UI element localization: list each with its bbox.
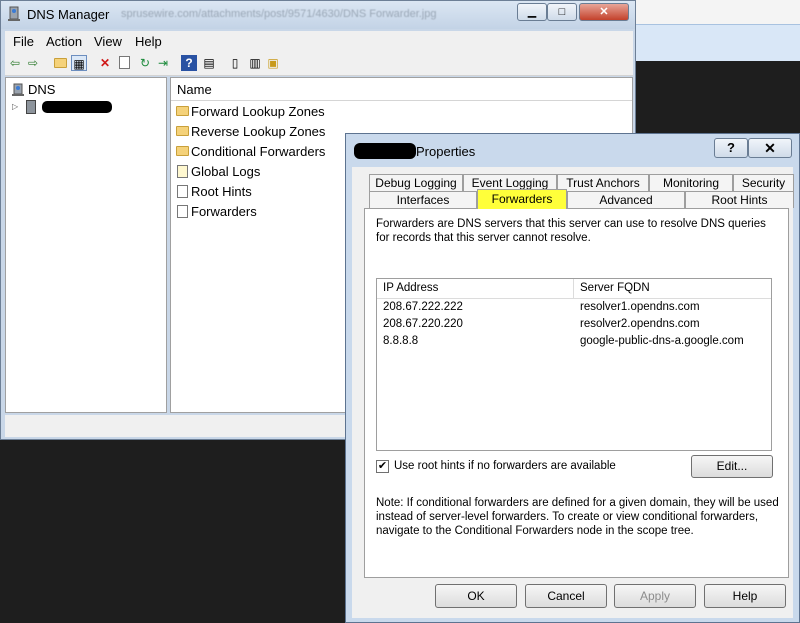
- export-icon[interactable]: ⇥: [155, 55, 171, 71]
- ip-address-cell: 208.67.222.222: [383, 301, 463, 313]
- close-icon: ✕: [764, 140, 776, 156]
- menu-action[interactable]: Action: [46, 34, 82, 49]
- checkmark-icon: ✔: [377, 460, 388, 472]
- forward-arrow-icon[interactable]: ⇨: [25, 55, 41, 71]
- tab-security[interactable]: Security: [733, 174, 794, 191]
- dns-app-icon: [7, 6, 21, 22]
- server-icon[interactable]: ▯: [227, 55, 243, 71]
- tab-advanced[interactable]: Advanced: [567, 191, 685, 208]
- folder-icon: [176, 126, 189, 136]
- fqdn-cell: resolver1.opendns.com: [580, 301, 700, 313]
- menu-help[interactable]: Help: [135, 34, 162, 49]
- background-window-bar: [636, 24, 800, 61]
- server-node-icon: [26, 100, 36, 114]
- expand-arrow-icon[interactable]: ▷: [12, 102, 18, 111]
- minimize-button[interactable]: ▁: [517, 3, 547, 21]
- tree-node-label: DNS: [28, 82, 56, 97]
- folder-icon: [176, 106, 189, 116]
- back-arrow-icon[interactable]: ⇦: [7, 55, 23, 71]
- list-item-label: Global Logs: [191, 164, 261, 179]
- list-icon[interactable]: ▥: [247, 55, 263, 71]
- column-server-fqdn[interactable]: Server FQDN: [580, 282, 650, 294]
- maximize-icon: □: [558, 6, 566, 18]
- folder-icon: [176, 146, 189, 156]
- root-hints-icon: [177, 185, 188, 198]
- properties-icon[interactable]: [117, 55, 133, 71]
- table-header: IP Address Server FQDN: [377, 279, 771, 299]
- fqdn-cell: google-public-dns-a.google.com: [580, 335, 744, 347]
- list-header[interactable]: Name: [171, 78, 632, 101]
- list-item-label: Conditional Forwarders: [191, 144, 326, 159]
- console-icon[interactable]: ▤: [201, 55, 217, 71]
- question-icon: ?: [727, 140, 735, 155]
- maximize-button[interactable]: □: [547, 3, 577, 21]
- forwarders-description: Forwarders are DNS servers that this ser…: [376, 218, 766, 244]
- redacted-server-name: [42, 101, 112, 113]
- global-logs-icon: [177, 165, 188, 178]
- column-divider: [573, 279, 574, 298]
- dialog-help-button[interactable]: ?: [714, 138, 748, 158]
- menu-view[interactable]: View: [94, 34, 122, 49]
- list-item-label: Forwarders: [191, 204, 257, 219]
- tab-interfaces[interactable]: Interfaces: [369, 191, 477, 208]
- help-button[interactable]: Help: [704, 584, 786, 608]
- table-row[interactable]: 8.8.8.8 google-public-dns-a.google.com: [377, 335, 771, 352]
- note-icon[interactable]: ▣: [265, 55, 281, 71]
- scope-tree: DNS ▷: [5, 77, 167, 413]
- help-icon[interactable]: ?: [181, 55, 197, 71]
- ok-button[interactable]: OK: [435, 584, 517, 608]
- refresh-icon[interactable]: ↻: [137, 55, 153, 71]
- list-item-label: Reverse Lookup Zones: [191, 124, 326, 139]
- minimize-icon: ▁: [527, 6, 537, 18]
- tab-forwarders[interactable]: Forwarders: [477, 189, 567, 209]
- cancel-button[interactable]: Cancel: [525, 584, 607, 608]
- dns-node-icon: [12, 83, 24, 97]
- toolbar: ⇦ ⇨ ▦ ✕ ↻ ⇥ ? ▤ ▯ ▥ ▣: [5, 51, 633, 76]
- column-ip-address[interactable]: IP Address: [383, 282, 438, 294]
- fqdn-cell: resolver2.opendns.com: [580, 318, 700, 330]
- close-icon: ✕: [599, 6, 609, 18]
- tab-trust-anchors[interactable]: Trust Anchors: [557, 174, 649, 191]
- forwarders-icon: [177, 205, 188, 218]
- apply-button[interactable]: Apply: [614, 584, 696, 608]
- menu-file[interactable]: File: [13, 34, 34, 49]
- tab-root-hints[interactable]: Root Hints: [685, 191, 794, 208]
- properties-dialog: Properties ? ✕ Debug Logging Event Loggi…: [345, 133, 800, 623]
- dialog-title: Properties: [416, 144, 476, 159]
- edit-button[interactable]: Edit...: [691, 455, 773, 478]
- forwarders-tab-panel: Forwarders are DNS servers that this ser…: [364, 208, 789, 578]
- table-row[interactable]: 208.67.222.222 resolver1.opendns.com: [377, 301, 771, 318]
- list-item-label: Forward Lookup Zones: [191, 104, 325, 119]
- delete-icon[interactable]: ✕: [97, 55, 113, 71]
- redacted-server-name: [354, 143, 416, 159]
- ip-address-cell: 208.67.220.220: [383, 318, 463, 330]
- window-title: DNS Manager: [27, 7, 110, 22]
- ip-address-cell: 8.8.8.8: [383, 335, 419, 347]
- use-root-hints-label[interactable]: Use root hints if no forwarders are avai…: [394, 460, 616, 472]
- desktop-background: [0, 440, 345, 623]
- table-row[interactable]: 208.67.220.220 resolver2.opendns.com: [377, 318, 771, 335]
- list-item-label: Root Hints: [191, 184, 252, 199]
- tab-monitoring[interactable]: Monitoring: [649, 174, 733, 191]
- conditional-forwarders-note: Note: If conditional forwarders are defi…: [376, 497, 779, 537]
- tab-debug-logging[interactable]: Debug Logging: [369, 174, 463, 191]
- menu-bar: File Action View Help: [5, 31, 633, 51]
- dialog-close-button[interactable]: ✕: [748, 138, 792, 158]
- title-bar[interactable]: DNS Manager sprusewire.com/attachments/p…: [1, 1, 635, 29]
- up-folder-icon[interactable]: [53, 55, 69, 71]
- blurred-url-text: sprusewire.com/attachments/post/9571/463…: [121, 8, 437, 20]
- forwarders-table[interactable]: IP Address Server FQDN 208.67.222.222 re…: [376, 278, 772, 451]
- show-tree-icon[interactable]: ▦: [71, 55, 87, 71]
- close-button[interactable]: ✕: [579, 3, 629, 21]
- column-name-header: Name: [177, 82, 212, 97]
- use-root-hints-checkbox[interactable]: ✔: [376, 460, 389, 473]
